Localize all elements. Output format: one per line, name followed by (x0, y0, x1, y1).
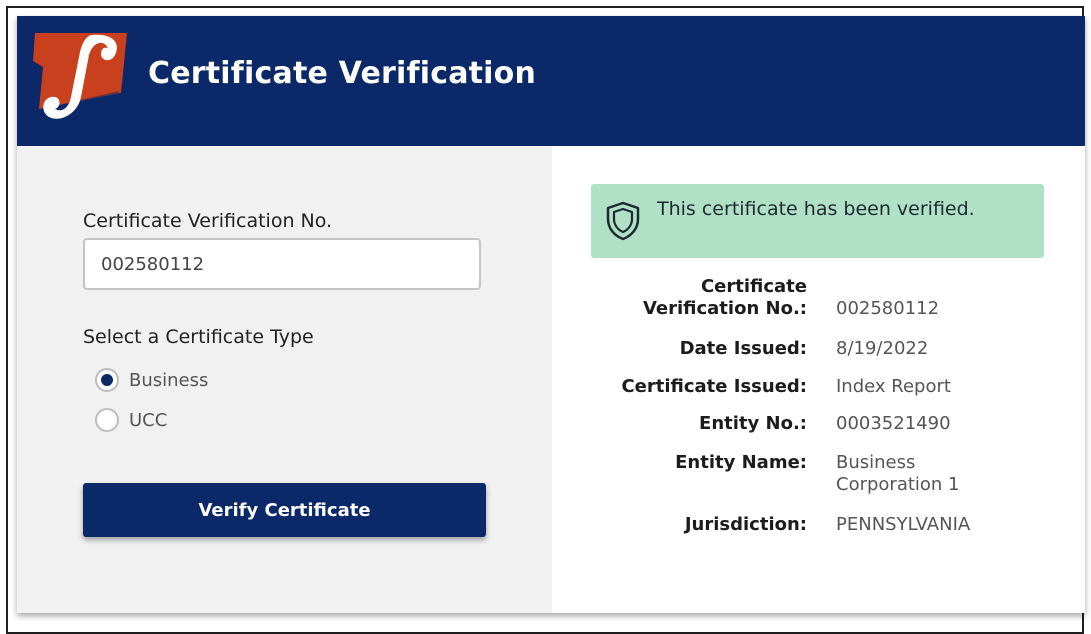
detail-label-date-issued: Date Issued: (679, 338, 807, 359)
cert-number-input[interactable] (83, 238, 481, 290)
detail-label-entity-no: Entity No.: (699, 413, 807, 434)
radio-button-business[interactable] (95, 368, 119, 392)
verify-certificate-button[interactable]: Verify Certificate (83, 483, 486, 537)
detail-label-cert-no: Certificate Verification No.: (642, 276, 807, 319)
verified-message: This certificate has been verified. (657, 198, 975, 220)
radio-button-ucc[interactable] (95, 408, 119, 432)
detail-value-entity-name: Business Corporation 1 (836, 452, 960, 495)
pa-keystone-logo-icon (31, 31, 131, 130)
radio-ucc[interactable]: UCC (95, 406, 167, 434)
detail-label-cert-issued: Certificate Issued: (621, 376, 807, 397)
detail-value-cert-no: 002580112 (836, 298, 940, 319)
verification-form-panel: Certificate Verification No. Select a Ce… (17, 146, 552, 613)
radio-ucc-label[interactable]: UCC (129, 410, 167, 431)
verified-alert: This certificate has been verified. (591, 184, 1044, 258)
page-title: Certificate Verification (148, 56, 537, 91)
radio-business[interactable]: Business (95, 366, 208, 394)
radio-business-label[interactable]: Business (129, 370, 208, 391)
detail-value-date-issued: 8/19/2022 (836, 338, 929, 359)
shield-icon (605, 201, 641, 245)
detail-label-entity-name: Entity Name: (675, 452, 807, 473)
app-header: Certificate Verification (17, 16, 1085, 146)
detail-value-jurisdiction: PENNSYLVANIA (836, 514, 971, 535)
detail-label-jurisdiction: Jurisdiction: (684, 514, 807, 535)
cert-type-label: Select a Certificate Type (83, 326, 314, 348)
detail-value-cert-issued: Index Report (836, 376, 951, 397)
verification-card: Certificate Verification Certificate Ver… (17, 16, 1085, 613)
radio-selected-dot (101, 374, 113, 386)
verification-result-panel: This certificate has been verified. Cert… (552, 146, 1085, 613)
detail-value-entity-no: 0003521490 (836, 413, 951, 434)
cert-number-label: Certificate Verification No. (83, 210, 333, 232)
